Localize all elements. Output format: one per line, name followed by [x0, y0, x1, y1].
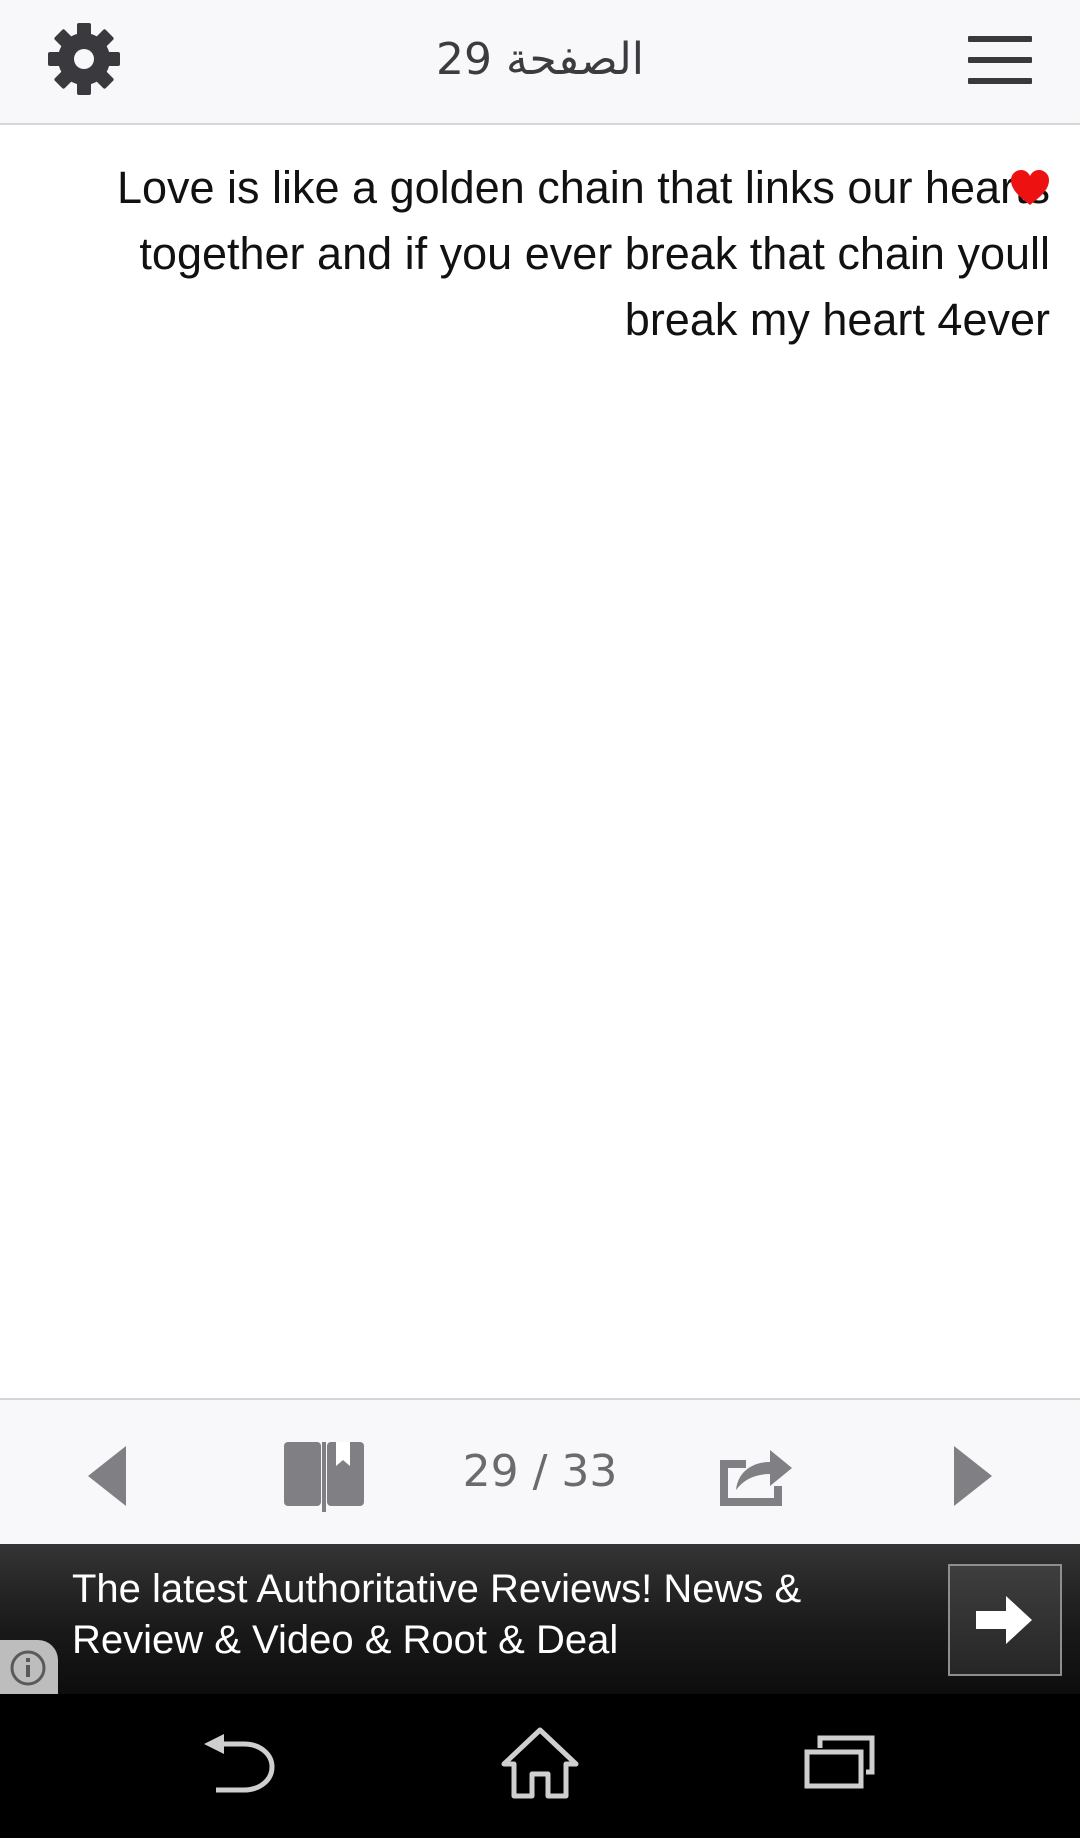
ad-text: The latest Authoritative Reviews! News &… [72, 1564, 872, 1666]
share-icon[interactable] [716, 1442, 794, 1508]
info-icon[interactable] [0, 1640, 58, 1694]
top-app-bar: الصفحة 29 [0, 0, 1080, 125]
hamburger-menu-icon[interactable] [968, 36, 1032, 84]
page-counter: 29 / 33 [462, 1446, 618, 1497]
chevron-right-icon[interactable] [952, 1446, 992, 1506]
home-icon[interactable] [500, 1726, 580, 1800]
ad-line-1: The latest Authoritative Reviews! News & [72, 1567, 802, 1611]
app-screen: الصفحة 29 Love is like a golden chain th… [0, 0, 1080, 1838]
heart-icon [1010, 169, 1050, 211]
arrow-right-icon[interactable] [948, 1564, 1062, 1676]
ad-line-2: Review & Video & Root & Deal [72, 1618, 619, 1662]
chevron-left-icon[interactable] [88, 1446, 128, 1506]
back-icon[interactable] [204, 1734, 276, 1794]
bookmark-book-icon[interactable] [284, 1440, 364, 1512]
recent-apps-icon[interactable] [804, 1734, 876, 1790]
page-navigation-bar: 29 / 33 [0, 1398, 1080, 1546]
quote-text: Love is like a golden chain that links o… [116, 162, 1050, 345]
quote-text-block: Love is like a golden chain that links o… [40, 155, 1050, 353]
system-navigation-bar [0, 1694, 1080, 1838]
page-title: الصفحة 29 [435, 34, 645, 85]
gear-icon[interactable] [45, 20, 123, 98]
ad-banner[interactable]: The latest Authoritative Reviews! News &… [0, 1544, 1080, 1694]
